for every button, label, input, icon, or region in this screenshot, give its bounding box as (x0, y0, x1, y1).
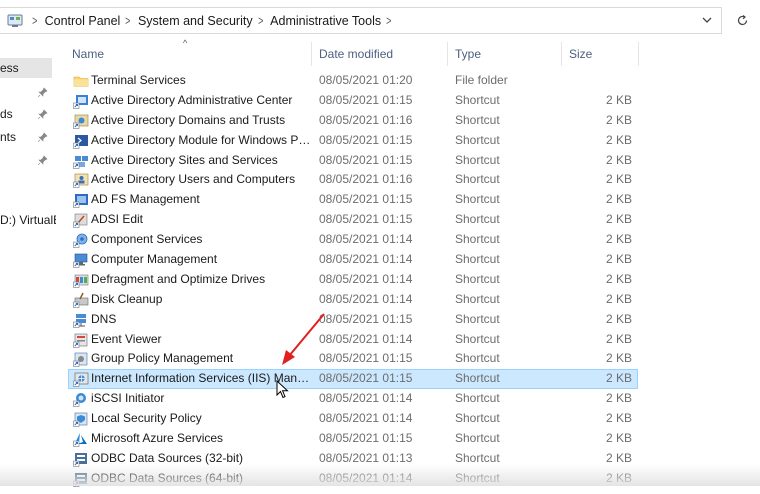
annotation-arrow (282, 313, 325, 365)
mouse-cursor-icon (276, 380, 289, 399)
